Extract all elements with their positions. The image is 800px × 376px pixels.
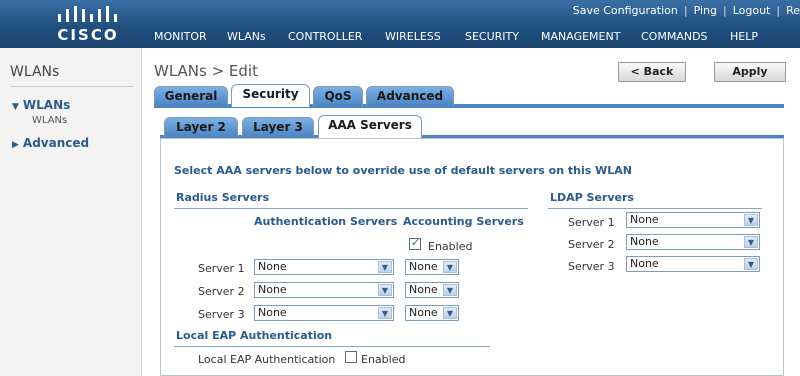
ldap-divider: [548, 208, 762, 209]
authentication-servers-heading: Authentication Servers: [254, 215, 398, 228]
ldap-server3-label: Server 3: [568, 260, 615, 273]
server2-label: Server 2: [198, 285, 245, 298]
brand-name: CISCO: [57, 26, 119, 44]
auth-server1-value: None: [258, 260, 287, 273]
sidebar-item-label: Advanced: [22, 136, 90, 150]
ldap-server2-select[interactable]: None ▼: [626, 234, 760, 250]
radius-servers-heading: Radius Servers: [176, 191, 270, 204]
nav-wireless[interactable]: WIRELESS: [385, 30, 441, 43]
radius-divider: [174, 208, 528, 209]
chevron-down-icon: ▼: [378, 261, 392, 273]
ldap-server3-select[interactable]: None ▼: [626, 256, 760, 272]
ldap-server2-label: Server 2: [568, 238, 615, 251]
chevron-down-icon: ▼: [443, 284, 457, 296]
sidebar-item-wlans[interactable]: ▼ WLANs: [12, 98, 70, 112]
chevron-down-icon: ▼: [744, 258, 758, 270]
apply-button[interactable]: Apply: [714, 62, 786, 82]
acct-server1-select[interactable]: None ▼: [405, 259, 459, 275]
top-header: CISCO Save Configuration | Ping | Logout | Re …: [0, 0, 800, 48]
ldap-server2-value: None: [630, 235, 659, 248]
cisco-bars-icon: [58, 6, 117, 22]
checkmark-icon: ✓: [411, 236, 421, 249]
tab-general[interactable]: General: [154, 86, 228, 106]
refresh-link[interactable]: Re: [786, 4, 800, 17]
ldap-server3-value: None: [630, 257, 659, 270]
subtab-layer3[interactable]: Layer 3: [242, 117, 314, 137]
accounting-enabled-label: Enabled: [428, 240, 473, 253]
auth-server2-value: None: [258, 283, 287, 296]
auth-server3-value: None: [258, 306, 287, 319]
ldap-servers-heading: LDAP Servers: [550, 191, 634, 204]
sidebar-item-label: WLANs: [22, 98, 71, 112]
local-eap-heading: Local EAP Authentication: [176, 329, 333, 342]
auth-server2-select[interactable]: None ▼: [254, 282, 394, 298]
tab-advanced[interactable]: Advanced: [366, 86, 454, 106]
accounting-enabled-checkbox[interactable]: ✓: [409, 236, 421, 250]
local-eap-enabled-checkbox[interactable]: [345, 351, 357, 363]
auth-server1-select[interactable]: None ▼: [254, 259, 394, 275]
nav-monitor[interactable]: MONITOR: [154, 30, 207, 43]
acct-server3-select[interactable]: None ▼: [405, 305, 459, 321]
sidebar-title: WLANs: [10, 64, 60, 80]
nav-commands[interactable]: COMMANDS: [641, 30, 708, 43]
cisco-logo: CISCO: [52, 6, 124, 46]
acct-server2-select[interactable]: None ▼: [405, 282, 459, 298]
server1-label: Server 1: [198, 262, 245, 275]
subtab-aaa-servers[interactable]: AAA Servers: [318, 115, 422, 138]
nav-controller[interactable]: CONTROLLER: [288, 30, 362, 43]
accounting-servers-heading: Accounting Servers: [403, 215, 524, 228]
acct-server1-value: None: [409, 260, 438, 273]
override-notice: Select AAA servers below to override use…: [174, 164, 632, 177]
logout-link[interactable]: Logout: [733, 4, 771, 17]
ldap-server1-value: None: [630, 213, 659, 226]
server3-label: Server 3: [198, 308, 245, 321]
nav-security[interactable]: SECURITY: [465, 30, 519, 43]
chevron-down-icon: ▼: [443, 307, 457, 319]
sidebar-divider: [10, 86, 133, 87]
auth-server3-select[interactable]: None ▼: [254, 305, 394, 321]
local-eap-label: Local EAP Authentication: [198, 353, 336, 366]
sidebar: WLANs ▼ WLANs WLANs ▶ Advanced: [0, 48, 142, 376]
acct-server3-value: None: [409, 306, 438, 319]
chevron-down-icon: ▼: [378, 307, 392, 319]
ldap-server1-select[interactable]: None ▼: [626, 212, 760, 228]
chevron-down-icon: ▼: [443, 261, 457, 273]
ldap-server1-label: Server 1: [568, 216, 615, 229]
page-title: WLANs > Edit: [154, 62, 258, 80]
sidebar-item-advanced[interactable]: ▶ Advanced: [12, 136, 89, 150]
local-eap-divider: [174, 346, 490, 347]
tab-qos[interactable]: QoS: [313, 86, 363, 106]
nav-help[interactable]: HELP: [730, 30, 758, 43]
back-button[interactable]: < Back: [618, 62, 686, 82]
chevron-down-icon: ▼: [744, 236, 758, 248]
nav-wlans[interactable]: WLANs: [227, 30, 266, 43]
nav-management[interactable]: MANAGEMENT: [541, 30, 620, 43]
ping-link[interactable]: Ping: [694, 4, 717, 17]
acct-server2-value: None: [409, 283, 438, 296]
local-eap-enabled-label: Enabled: [361, 353, 406, 366]
triangle-right-icon: ▶: [12, 140, 19, 150]
subtab-layer2[interactable]: Layer 2: [164, 117, 238, 137]
top-links: Save Configuration | Ping | Logout | Re: [572, 4, 800, 17]
sidebar-subitem-wlans[interactable]: WLANs: [32, 115, 67, 126]
chevron-down-icon: ▼: [378, 284, 392, 296]
save-configuration-link[interactable]: Save Configuration: [573, 4, 678, 17]
chevron-down-icon: ▼: [744, 214, 758, 226]
triangle-down-icon: ▼: [12, 102, 19, 112]
tab-security[interactable]: Security: [231, 84, 310, 107]
